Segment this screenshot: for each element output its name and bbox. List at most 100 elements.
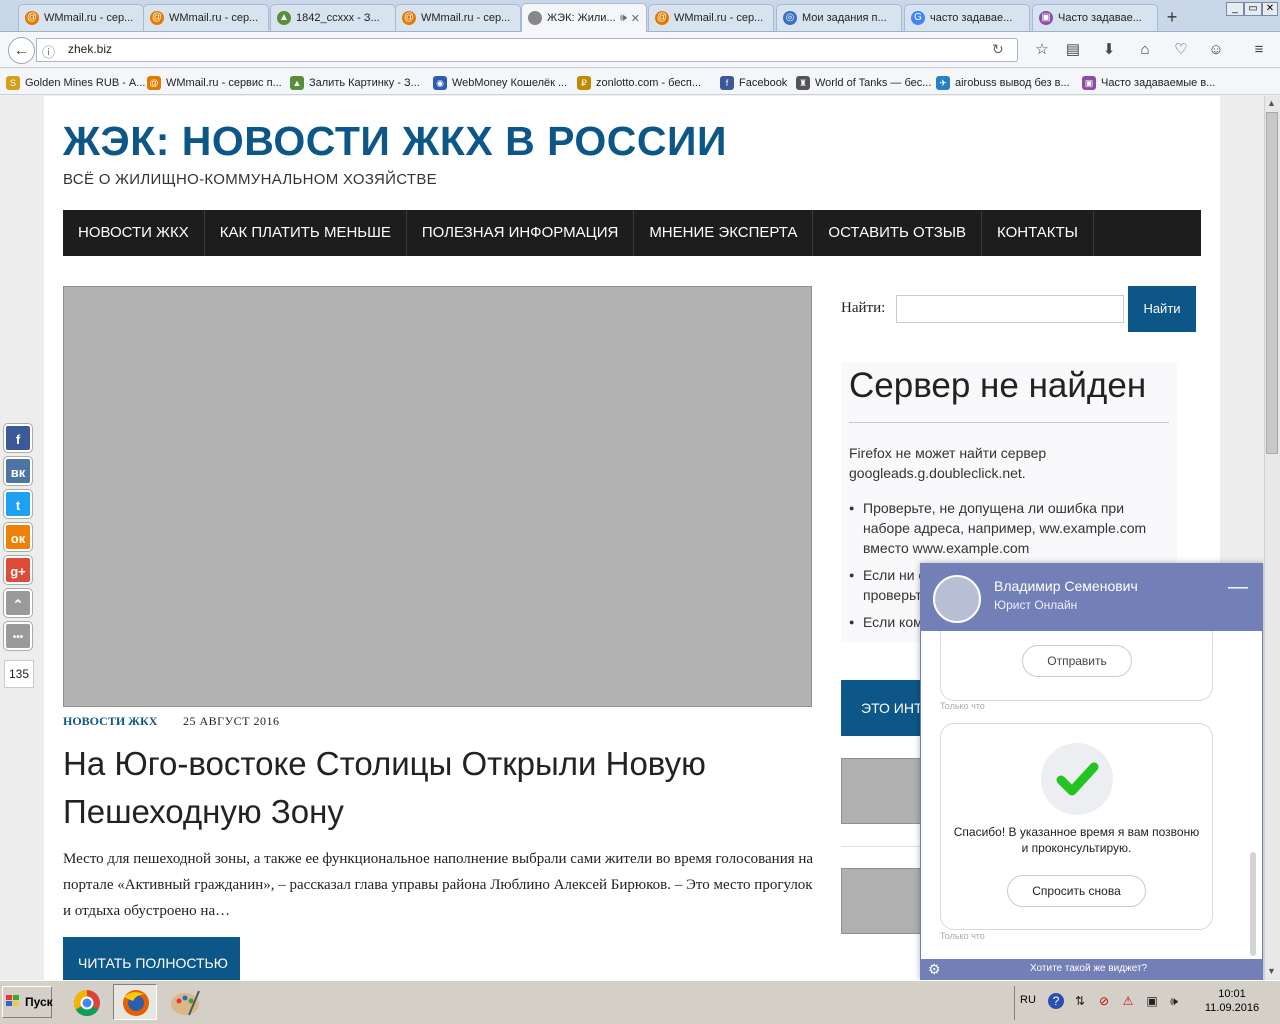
firefox-taskbar-button[interactable] [113,984,157,1020]
tab-title: WMmail.ru - сер... [44,12,134,24]
site-title[interactable]: ЖЭК: НОВОСТИ ЖКХ В РОССИИ [63,118,727,165]
bookmark-item[interactable]: ▲ Залить Картинку - З... [290,74,420,92]
site-info-icon[interactable]: ⓘ [42,42,55,61]
bookmark-item[interactable]: ₽ zonlotto.com - бесп... [577,74,701,92]
vk-share-button[interactable]: вк [4,457,32,485]
airobuss-icon: ✈ [936,76,950,90]
network-icon[interactable]: ▣ [1144,993,1160,1009]
post-title[interactable]: На Юго-востоке Столицы Открыли Новую Пеш… [63,740,823,836]
bookmark-label: Часто задаваемые в... [1101,77,1216,89]
faq-icon: ▣ [1082,76,1096,90]
search-input[interactable] [896,295,1124,323]
post-excerpt: Место для пешеходной зоны, а также ее фу… [63,851,814,919]
menu-icon[interactable]: ≡ [1248,40,1270,60]
tab-title: 1842_ccxxx - З... [296,12,380,24]
bookmark-label: Facebook [739,77,788,89]
tab[interactable]: Gчасто задавае... [904,4,1030,31]
more-share-button[interactable]: ••• [4,622,32,650]
post-category-link[interactable]: НОВОСТИ ЖКХ [63,714,157,729]
scroll-up-button[interactable]: ⌃ [4,589,32,617]
scroll-up-arrow-icon[interactable]: ▲ [1267,98,1276,108]
bookmark-star-icon[interactable]: ☆ [1031,40,1053,60]
menu-item[interactable]: НОВОСТИ ЖКХ [63,210,205,256]
sidebar-post-thumbnail[interactable] [841,868,921,934]
close-tab-icon[interactable]: ✕ [631,12,640,25]
tab[interactable]: ◎ Мои задания п... [776,4,902,31]
tab[interactable]: ▣ Часто задавае... [1032,4,1158,31]
scroll-down-arrow-icon[interactable]: ▼ [1267,966,1276,976]
minimize-chat-button[interactable]: — [1228,577,1248,598]
tab[interactable]: @ WMmail.ru - сер... [143,4,269,31]
sidebar-banner[interactable]: ЭТО ИНТ [841,680,931,736]
volume-icon[interactable]: 🕪 [1166,993,1182,1009]
ask-again-button[interactable]: Спросить снова [1007,875,1146,907]
tasks-icon: ◎ [783,11,797,25]
bookmarks-list-icon[interactable]: ▤ [1062,40,1084,60]
new-tab-button[interactable]: + [1160,6,1184,28]
get-widget-link[interactable]: Хотите такой же виджет? [1030,963,1147,974]
post-featured-image[interactable] [63,286,812,707]
antivirus-icon[interactable]: ⊘ [1096,993,1112,1009]
wot-icon: ♜ [796,76,810,90]
scrollbar-thumb[interactable] [1266,112,1278,454]
facebook-share-button[interactable]: f [4,424,32,452]
bookmark-item[interactable]: S Golden Mines RUB - А... [6,74,145,92]
bookmark-label: Golden Mines RUB - А... [25,77,146,89]
menu-item[interactable]: ПОЛЕЗНАЯ ИНФОРМАЦИЯ [407,210,635,256]
tab[interactable]: ▲ 1842_ccxxx - З... [270,4,396,31]
tab[interactable]: @ WMmail.ru - сер... [395,4,521,31]
menu-item[interactable]: МНЕНИЕ ЭКСПЕРТА [634,210,814,256]
pocket-icon[interactable]: ♡ [1170,40,1192,60]
network-warning-icon[interactable]: ⚠ [1120,993,1136,1009]
paint-taskbar-button[interactable] [162,984,206,1020]
reload-icon[interactable]: ↻ [992,41,1004,58]
tab[interactable]: @ WMmail.ru - сер... [18,4,144,31]
bookmark-item[interactable]: @ WMmail.ru - сервис п... [147,74,282,92]
back-button[interactable]: ← [8,37,35,64]
tab[interactable]: @ WMmail.ru - сер... [648,4,774,31]
odnoklassniki-share-button[interactable]: ок [4,523,32,551]
site-subtitle: ВСЁ О ЖИЛИЩНО-КОММУНАЛЬНОМ ХОЗЯЙСТВЕ [63,171,437,188]
sidebar-post-thumbnail[interactable] [841,758,921,824]
chat-agent-name: Владимир Семенович [994,578,1138,594]
chat-scrollbar[interactable] [1250,852,1256,956]
share-count: 135 [4,660,34,688]
menu-item[interactable]: КАК ПЛАТИТЬ МЕНЬШЕ [205,210,407,256]
address-bar[interactable] [36,38,1018,62]
twitter-share-button[interactable]: t [4,490,32,518]
menu-item[interactable]: ОСТАВИТЬ ОТЗЫВ [813,210,983,256]
clock[interactable]: 10:01 11.09.2016 [1196,987,1268,1015]
golden-mines-icon: S [6,76,20,90]
facebook-share-icon: f [15,432,21,447]
tab[interactable]: ЖЭК: Жили... 🕪 ✕ [521,3,647,32]
minimize-window-button[interactable]: _ [1226,2,1244,16]
read-more-button[interactable]: ЧИТАТЬ ПОЛНОСТЬЮ [63,937,240,980]
close-window-button[interactable]: ✕ [1262,2,1278,16]
speaker-icon[interactable]: 🕪 [620,12,627,25]
facebook-icon: f [720,76,734,90]
wmmail-icon: @ [402,11,416,25]
bookmark-item[interactable]: ◉ WebMoney Кошелёк ... [433,74,567,92]
bookmark-label: Залить Картинку - З... [309,77,420,89]
menu-item[interactable]: КОНТАКТЫ [982,210,1094,256]
restore-window-button[interactable]: ▭ [1244,2,1262,16]
wmmail-icon: @ [150,11,164,25]
bookmark-item[interactable]: ✈ airobuss вывод без в... [936,74,1070,92]
chrome-taskbar-button[interactable] [64,984,108,1020]
wmmail-icon: @ [147,76,161,90]
gear-icon[interactable]: ⚙ [928,961,941,978]
search-button[interactable]: Найти [1128,286,1196,332]
bookmark-item[interactable]: f Facebook [720,74,787,92]
clock-date: 11.09.2016 [1204,1002,1260,1014]
googleplus-share-button[interactable]: g+ [4,556,32,584]
sync-icon[interactable]: ☺ [1205,40,1227,60]
help-icon[interactable]: ? [1048,993,1064,1009]
bookmark-item[interactable]: ▣ Часто задаваемые в... [1082,74,1215,92]
send-button[interactable]: Отправить [1022,645,1132,677]
tray-arrows-icon[interactable]: ⇅ [1072,993,1088,1009]
bookmark-item[interactable]: ♜ World of Tanks — бес... [796,74,931,92]
language-indicator[interactable]: RU [1020,994,1036,1006]
home-icon[interactable]: ⌂ [1134,40,1156,60]
download-icon[interactable]: ⬇ [1098,40,1120,60]
page-icon [528,11,542,25]
